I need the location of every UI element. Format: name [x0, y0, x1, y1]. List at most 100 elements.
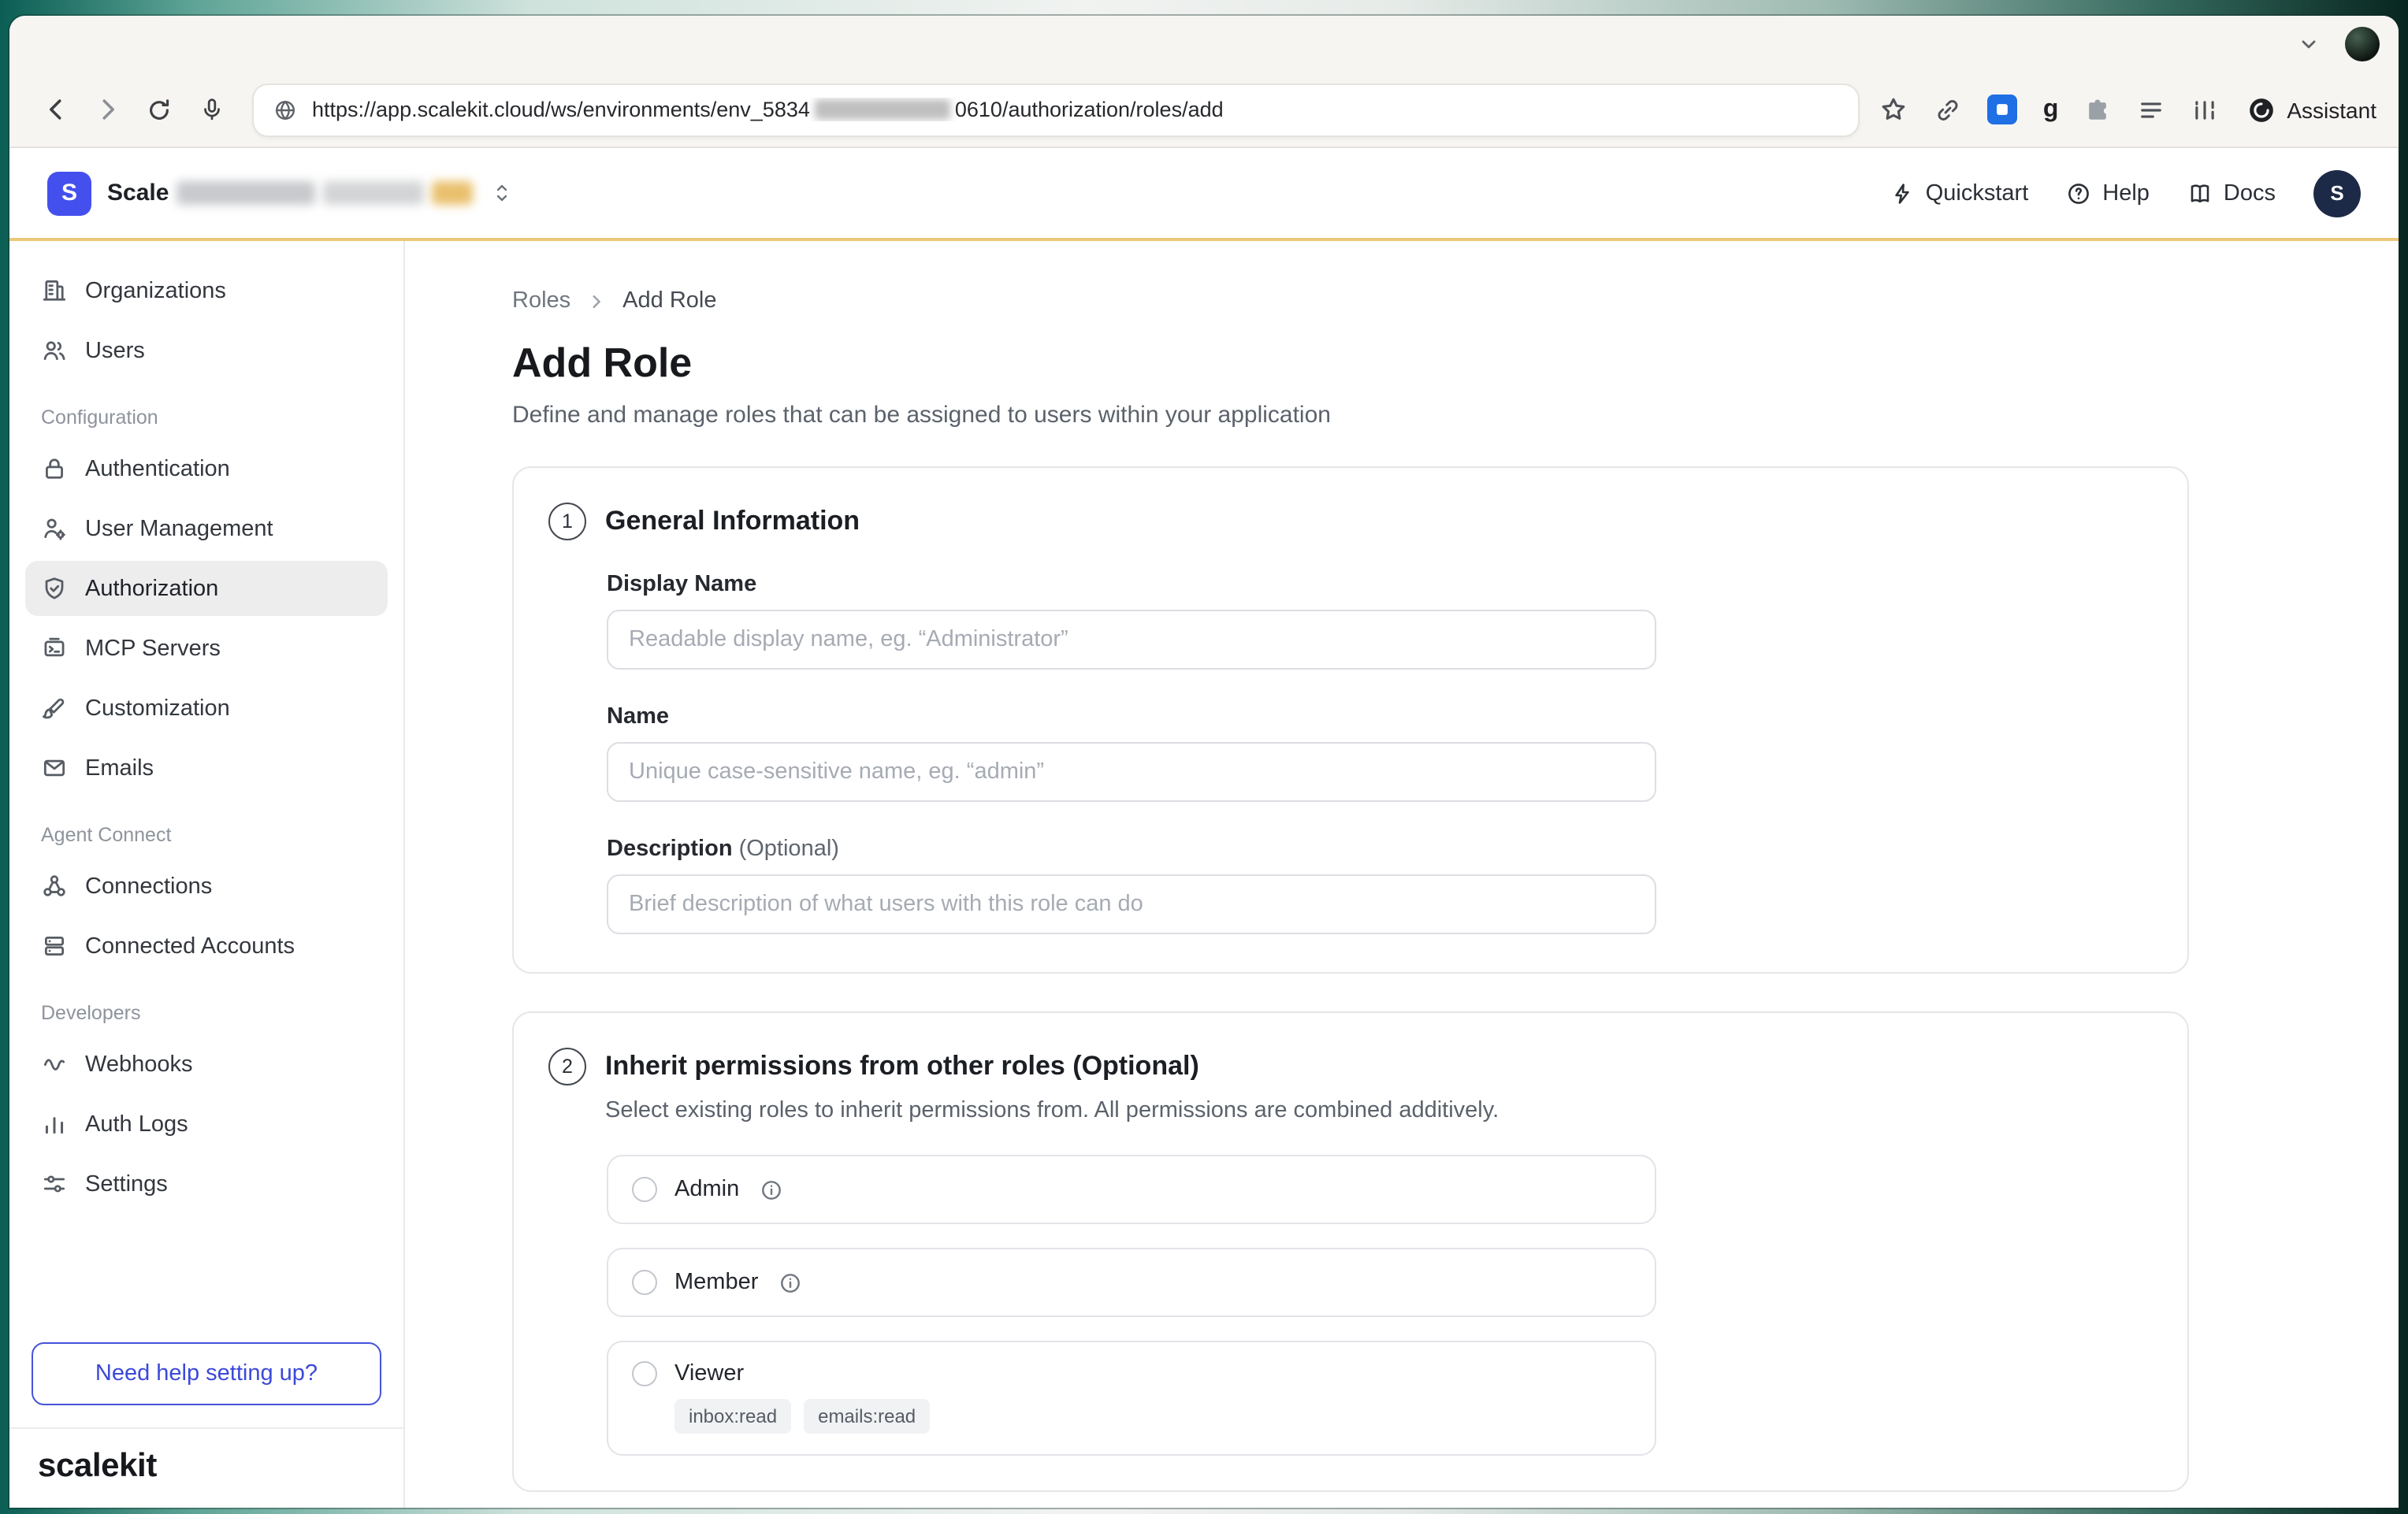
- need-help-button[interactable]: Need help setting up?: [32, 1342, 381, 1405]
- building-icon: [41, 277, 68, 304]
- copy-link-icon[interactable]: [1934, 95, 1963, 124]
- app-body: Organizations Users Configuration Authe: [9, 241, 2399, 1508]
- browser-profile-avatar[interactable]: [2345, 27, 2380, 61]
- header-actions: Quickstart Help Docs S: [1890, 169, 2361, 217]
- general-fields: Display Name Name Description (Option: [607, 572, 2187, 934]
- grammarly-icon[interactable]: g: [2043, 97, 2059, 122]
- workspace-caret-icon: [492, 181, 512, 205]
- role-option-admin[interactable]: Admin: [607, 1155, 1656, 1224]
- quickstart-button[interactable]: Quickstart: [1890, 180, 2029, 206]
- role-option-viewer[interactable]: Viewer inbox:read emails:read: [607, 1341, 1656, 1456]
- description-label: Description (Optional): [607, 837, 2187, 862]
- permission-tags: inbox:read emails:read: [674, 1399, 1631, 1434]
- microphone-icon[interactable]: [188, 86, 235, 133]
- chevron-down-icon[interactable]: [2298, 33, 2320, 55]
- sidebar-item-webhooks[interactable]: Webhooks: [25, 1037, 388, 1092]
- sidebar-item-auth-logs[interactable]: Auth Logs: [25, 1097, 388, 1152]
- reload-button[interactable]: [136, 86, 183, 133]
- sidebar-item-authentication[interactable]: Authentication: [25, 441, 388, 496]
- sidebar-item-organizations[interactable]: Organizations: [25, 263, 388, 318]
- redacted-workspace-segment: [323, 181, 424, 205]
- info-icon[interactable]: [779, 1271, 802, 1294]
- viewer-radio[interactable]: [632, 1361, 657, 1386]
- app: S Scale Qu: [9, 148, 2399, 1508]
- display-name-field: Display Name: [607, 572, 2187, 670]
- user-gear-icon: [41, 515, 68, 542]
- step-2-badge: 2: [548, 1048, 586, 1085]
- password-extension-icon[interactable]: [1988, 95, 2018, 124]
- sidebar-item-connections[interactable]: Connections: [25, 859, 388, 914]
- toolbar-right: g Assistant: [1879, 95, 2376, 124]
- step-row: 2 Inherit permissions from other roles (…: [548, 1048, 2187, 1085]
- sidebar-item-connected-accounts[interactable]: Connected Accounts: [25, 918, 388, 974]
- app-header: S Scale Qu: [9, 148, 2399, 238]
- workspace-logo: S: [47, 171, 91, 215]
- inherit-permissions-title: Inherit permissions from other roles (Op…: [605, 1051, 1199, 1082]
- sidebar-bottom: Need help setting up? scalekit: [25, 1327, 388, 1508]
- admin-radio[interactable]: [632, 1177, 657, 1202]
- name-input[interactable]: [607, 742, 1656, 802]
- sidebar-item-settings[interactable]: Settings: [25, 1156, 388, 1212]
- back-button[interactable]: [32, 86, 79, 133]
- help-button[interactable]: Help: [2066, 180, 2150, 206]
- url-text: https://app.scalekit.cloud/ws/environmen…: [312, 98, 1224, 121]
- sidebar-section-agent-connect: Agent Connect: [25, 800, 388, 859]
- assistant-button[interactable]: Assistant: [2247, 95, 2376, 124]
- redacted-workspace-segment: [177, 181, 315, 205]
- permission-tag: inbox:read: [674, 1399, 791, 1434]
- sidebar-item-label: Settings: [85, 1171, 168, 1197]
- assistant-logo: [2247, 95, 2276, 124]
- globe-icon: [273, 97, 298, 122]
- display-name-input[interactable]: [607, 610, 1656, 670]
- description-optional-text: (Optional): [739, 837, 839, 862]
- sidebar-item-customization[interactable]: Customization: [25, 681, 388, 736]
- help-label: Help: [2102, 180, 2150, 206]
- question-circle-icon: [2066, 180, 2091, 206]
- sidebar-item-label: Connected Accounts: [85, 933, 295, 959]
- sidebar-item-emails[interactable]: Emails: [25, 740, 388, 796]
- chevron-right-icon: [586, 291, 607, 311]
- member-radio[interactable]: [632, 1270, 657, 1295]
- sidebar-item-mcp-servers[interactable]: MCP Servers: [25, 621, 388, 676]
- description-input[interactable]: [607, 874, 1656, 934]
- breadcrumb-roles[interactable]: Roles: [512, 288, 570, 314]
- brush-icon: [41, 695, 68, 722]
- role-option-member[interactable]: Member: [607, 1248, 1656, 1317]
- sidebar-item-users[interactable]: Users: [25, 323, 388, 378]
- bookmark-star-icon[interactable]: [1879, 95, 1909, 124]
- envelope-icon: [41, 755, 68, 781]
- display-name-label: Display Name: [607, 572, 2187, 597]
- equalizer-icon[interactable]: [2191, 95, 2219, 124]
- url-bar[interactable]: https://app.scalekit.cloud/ws/environmen…: [252, 83, 1860, 136]
- workspace-name-text: Scale: [107, 180, 169, 206]
- sidebar-item-label: Organizations: [85, 278, 226, 303]
- page-title: Add Role: [512, 339, 2399, 388]
- reader-list-icon[interactable]: [2137, 95, 2165, 124]
- shield-check-icon: [41, 575, 68, 602]
- sidebar-item-user-management[interactable]: User Management: [25, 501, 388, 556]
- sidebar-item-label: Webhooks: [85, 1052, 193, 1077]
- inherit-permissions-card: 2 Inherit permissions from other roles (…: [512, 1011, 2189, 1492]
- sidebar-section-configuration: Configuration: [25, 383, 388, 441]
- sidebar-item-label: Customization: [85, 696, 230, 721]
- docs-button[interactable]: Docs: [2187, 180, 2276, 206]
- sidebar-item-authorization[interactable]: Authorization: [25, 561, 388, 616]
- sidebar-item-label: Auth Logs: [85, 1111, 188, 1137]
- forward-button[interactable]: [84, 86, 131, 133]
- role-option-label: Viewer: [674, 1361, 744, 1386]
- extension-icon[interactable]: [2083, 95, 2112, 124]
- lightning-icon: [1890, 180, 1915, 206]
- user-avatar[interactable]: S: [2313, 169, 2361, 217]
- webhook-icon: [41, 1051, 68, 1078]
- name-field: Name: [607, 704, 2187, 802]
- description-label-text: Description: [607, 837, 733, 862]
- sidebar-section-developers: Developers: [25, 978, 388, 1037]
- info-icon[interactable]: [760, 1178, 783, 1201]
- inherit-permissions-subtitle: Select existing roles to inherit permiss…: [605, 1098, 2187, 1123]
- quickstart-label: Quickstart: [1926, 180, 2029, 206]
- sidebar-footer: scalekit: [9, 1427, 403, 1508]
- workspace-switcher[interactable]: S Scale: [47, 171, 512, 215]
- sidebar-item-label: Users: [85, 338, 145, 363]
- general-information-title: General Information: [605, 506, 860, 537]
- page-subtitle: Define and manage roles that can be assi…: [512, 402, 2399, 429]
